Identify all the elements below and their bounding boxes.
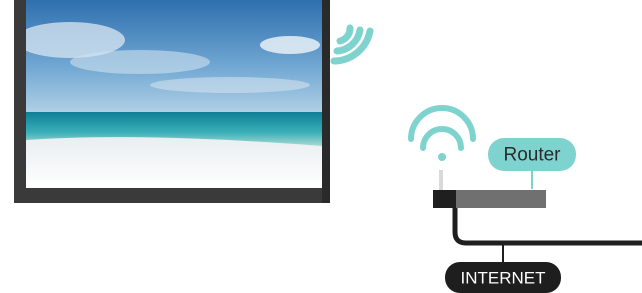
tv-screen-shore bbox=[26, 137, 322, 188]
tv-right-edge bbox=[322, 0, 330, 203]
router-wifi-icon bbox=[408, 105, 476, 161]
tv-screen-cloud bbox=[150, 77, 310, 93]
tv-screen-cloud bbox=[70, 50, 210, 74]
router-wifi-dot bbox=[438, 153, 446, 161]
router-wifi-wave-outer bbox=[408, 105, 476, 142]
internet-cable bbox=[452, 208, 642, 246]
router-front bbox=[433, 190, 456, 208]
network-diagram: Router INTERNET bbox=[14, 0, 642, 293]
tv-screen bbox=[26, 0, 322, 188]
tv-wifi-wave-inner bbox=[336, 24, 354, 45]
internet-label-pill: INTERNET bbox=[445, 262, 561, 293]
tv-wifi-waves-icon bbox=[330, 24, 374, 65]
router-antenna bbox=[439, 170, 443, 190]
router-wifi-wave-middle bbox=[420, 126, 464, 151]
internet-label: INTERNET bbox=[461, 269, 546, 288]
tv-screen-cloud bbox=[260, 36, 320, 54]
tv bbox=[14, 0, 330, 203]
router-label: Router bbox=[503, 145, 561, 166]
router-label-pill: Router bbox=[488, 138, 576, 189]
router bbox=[433, 190, 546, 208]
